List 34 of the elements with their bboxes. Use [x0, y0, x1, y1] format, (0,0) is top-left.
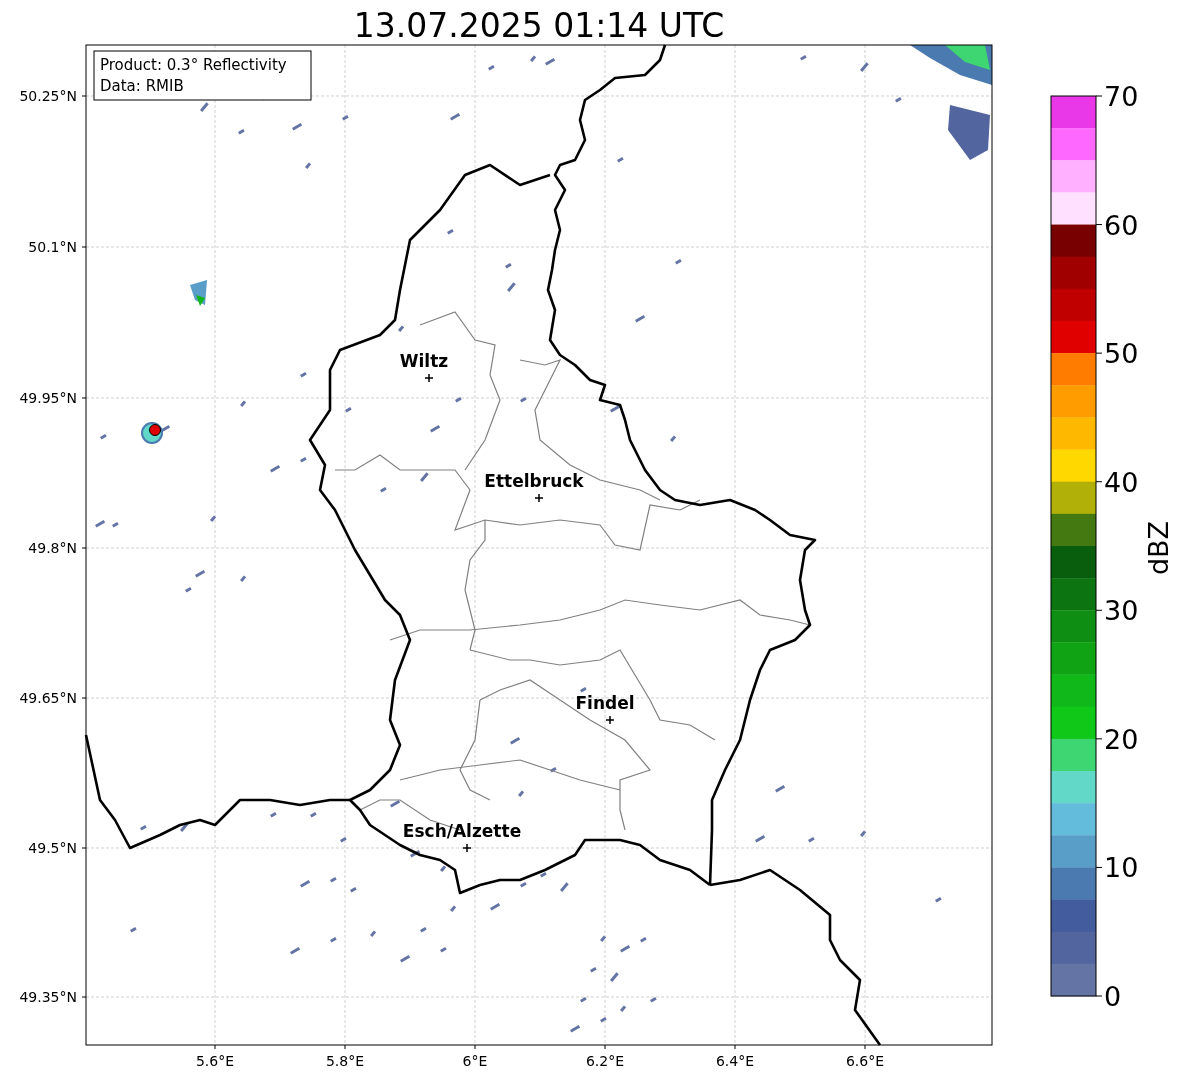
city-marker-icon — [462, 843, 472, 853]
radar-station-icon — [141, 422, 163, 444]
latitude-label: 50.1°N — [28, 239, 77, 255]
city-label: Findel — [575, 693, 635, 713]
info-text: Product: 0.3° Reflectivity — [100, 56, 287, 74]
longitude-label: 5.6°E — [195, 1053, 235, 1069]
colorbar-tick-label: 10 — [1104, 852, 1139, 884]
colorbar-tick-label: 60 — [1104, 209, 1139, 241]
longitude-label: 6°E — [462, 1053, 488, 1069]
city-marker-icon — [605, 715, 615, 725]
latitude-label: 49.35°N — [19, 989, 77, 1005]
city-label: Wiltz — [399, 351, 449, 371]
city-label: Esch/Alzette — [402, 821, 522, 841]
colorbar-title: dBZ — [1143, 520, 1174, 576]
colorbar-tick-label: 70 — [1104, 81, 1139, 112]
latitude-label: 49.8°N — [28, 540, 77, 556]
city-label: Ettelbruck — [484, 471, 584, 491]
colorbar-tick-label: 40 — [1104, 466, 1139, 498]
colorbar-tick-label: 50 — [1104, 338, 1139, 370]
longitude-label: 6.2°E — [585, 1053, 625, 1069]
colorbar-tick-label: 30 — [1104, 595, 1139, 627]
latitude-label: 50.25°N — [19, 88, 77, 104]
colorbar-tick-label: 20 — [1104, 723, 1139, 755]
chart-title: 13.07.2025 01:14 UTC — [353, 6, 725, 45]
longitude-label: 6.4°E — [715, 1053, 755, 1069]
longitude-label: 6.6°E — [845, 1053, 885, 1069]
latitude-label: 49.5°N — [28, 840, 77, 856]
info-text: Data: RMIB — [100, 77, 184, 95]
longitude-label: 5.8°E — [325, 1053, 365, 1069]
latitude-label: 49.65°N — [19, 690, 77, 706]
city-marker-icon — [534, 493, 544, 503]
city-marker-icon — [424, 373, 434, 383]
latitude-label: 49.95°N — [19, 390, 77, 406]
colorbar-tick-label: 0 — [1104, 981, 1122, 1012]
